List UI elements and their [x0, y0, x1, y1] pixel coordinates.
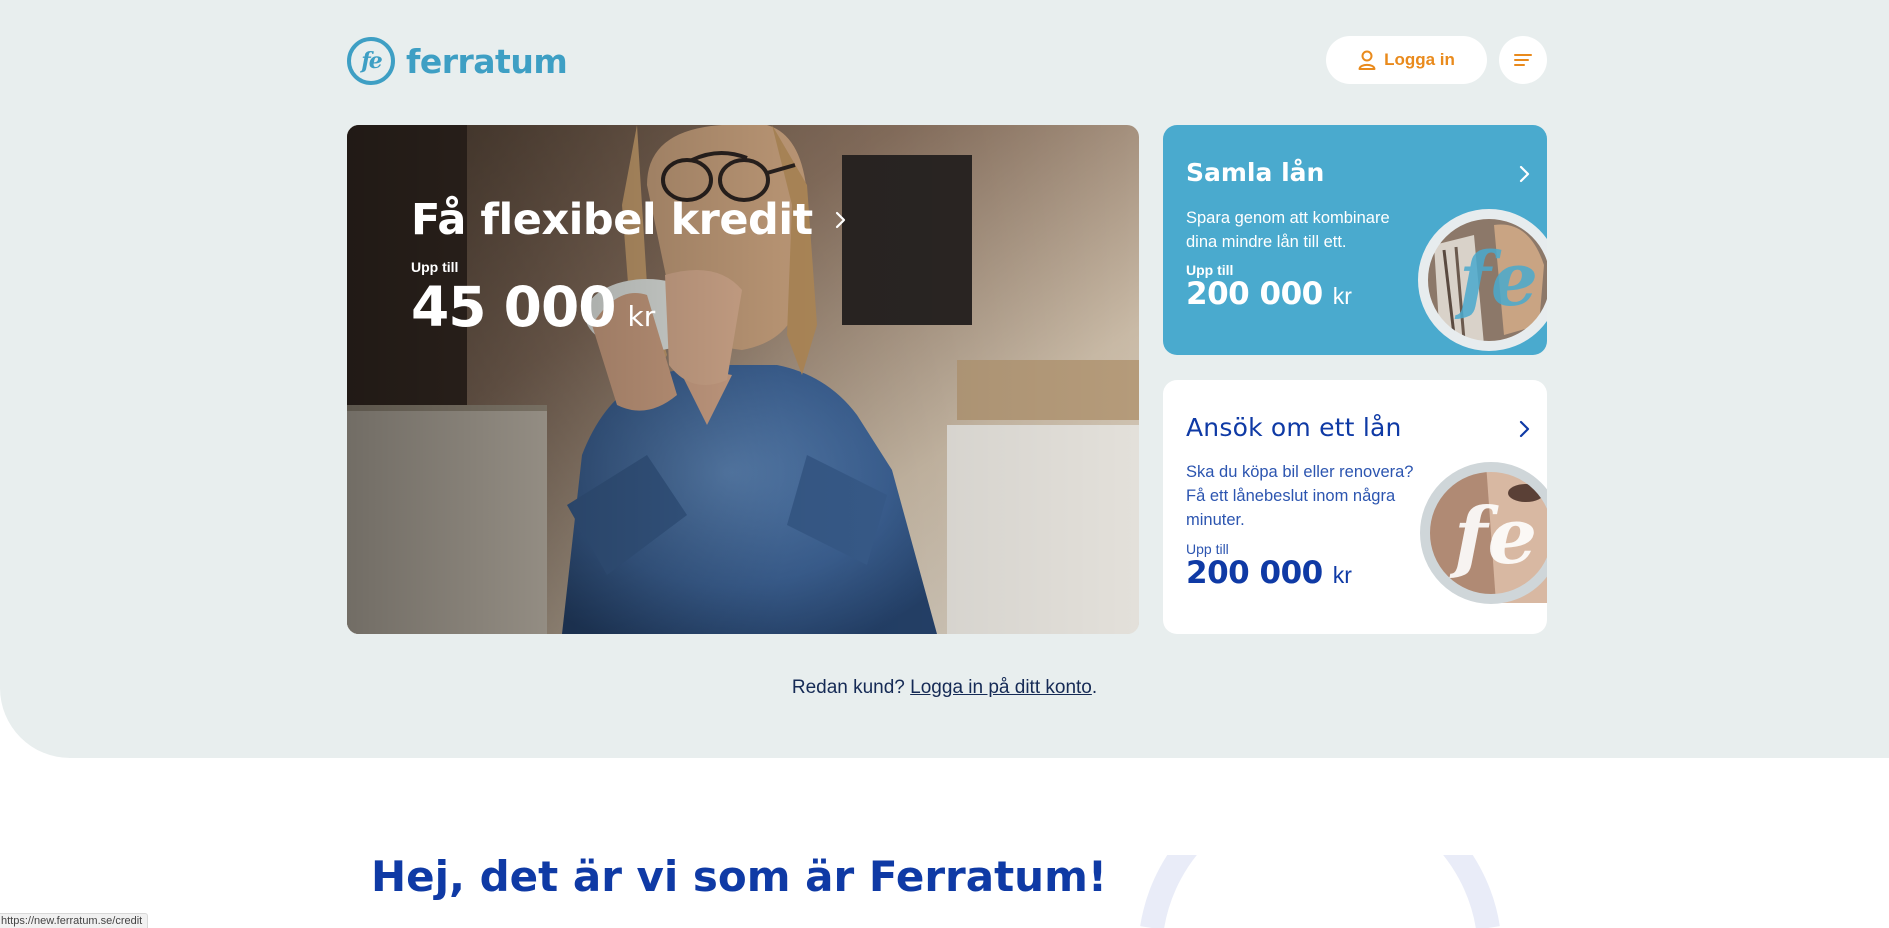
samla-title: Samla lån — [1186, 158, 1325, 187]
login-button[interactable]: Logga in — [1326, 36, 1487, 84]
ansok-amount-row: 200 000 kr — [1186, 555, 1352, 591]
chevron-right-icon — [835, 211, 845, 229]
chevron-right-icon — [1519, 165, 1530, 183]
logo-wordmark: ferratum — [406, 41, 568, 81]
hero-amount-row: 45 000 kr — [411, 275, 847, 339]
about-heading: Hej, det är vi som är Ferratum! — [371, 852, 1107, 901]
ansok-lan-card[interactable]: Ansök om ett lån Ska du köpa bil eller r… — [1163, 380, 1547, 634]
samla-currency: kr — [1332, 283, 1352, 309]
chevron-right-icon — [1519, 420, 1530, 438]
samla-lan-card[interactable]: Samla lån Spara genom att kombinare dina… — [1163, 125, 1547, 355]
decorative-arc — [1140, 855, 1500, 928]
fe-photo-badge-icon: fe — [1420, 462, 1547, 604]
ansok-amount: 200 000 — [1186, 555, 1323, 591]
ansok-title: Ansök om ett lån — [1186, 413, 1402, 442]
menu-lines-icon — [1514, 54, 1532, 66]
hero-title: Få flexibel kredit — [411, 195, 813, 245]
fe-logo-icon: fe — [347, 37, 395, 85]
hero-title-row[interactable]: Få flexibel kredit — [411, 195, 847, 245]
fe-photo-badge-icon: fe — [1418, 209, 1547, 351]
user-icon — [1358, 50, 1376, 70]
flexible-credit-card[interactable]: Få flexibel kredit Upp till 45 000 kr — [347, 125, 1139, 634]
ferratum-logo[interactable]: fe ferratum — [347, 36, 568, 86]
samla-amount-row: 200 000 kr — [1186, 276, 1352, 312]
hero-amount: 45 000 — [411, 275, 616, 339]
existing-customer-line: Redan kund? Logga in på ditt konto. — [0, 677, 1889, 699]
ansok-description: Ska du köpa bil eller renovera? Få ett l… — [1186, 463, 1414, 529]
login-label: Logga in — [1384, 50, 1455, 69]
hero-currency: kr — [627, 300, 656, 333]
login-account-link[interactable]: Logga in på ditt konto — [910, 677, 1092, 698]
hero-upp-till: Upp till — [411, 259, 459, 275]
svg-text:fe: fe — [1449, 491, 1537, 582]
hero-content: Få flexibel kredit Upp till 45 000 kr — [411, 195, 847, 339]
site-header: fe ferratum Logga in — [347, 36, 1547, 86]
ansok-currency: kr — [1332, 562, 1352, 588]
svg-text:fe: fe — [1454, 237, 1538, 323]
existing-customer-prefix: Redan kund? — [791, 677, 911, 698]
samla-amount: 200 000 — [1186, 276, 1323, 312]
menu-button[interactable] — [1499, 36, 1547, 84]
existing-customer-suffix: . — [1091, 677, 1098, 698]
samla-description: Spara genom att kombinare dina mindre lå… — [1186, 209, 1390, 251]
status-bar-url: https://new.ferratum.se/credit — [0, 913, 149, 928]
